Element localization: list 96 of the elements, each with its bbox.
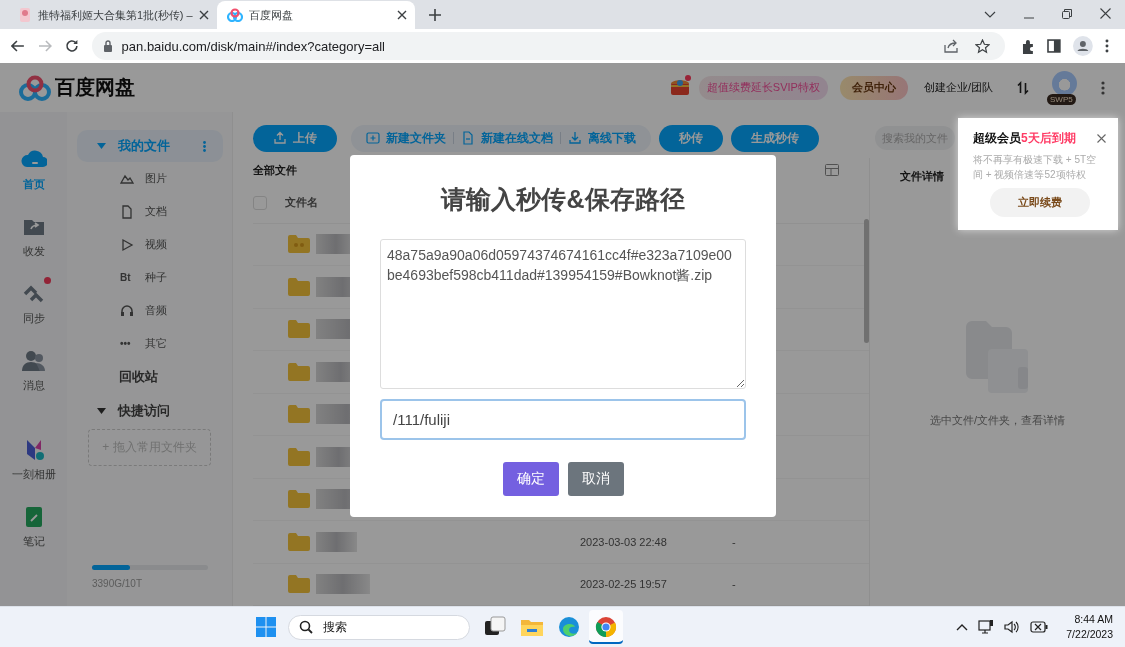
caret-icon bbox=[97, 143, 106, 149]
popover-title: 超级会员 bbox=[973, 130, 1021, 147]
folder-icon bbox=[288, 490, 310, 509]
url-text: pan.baidu.com/disk/main#/index?category=all bbox=[121, 38, 385, 54]
browser-tab[interactable]: 推特福利姬大合集第1批(秒传) – bbox=[8, 1, 217, 29]
address-bar[interactable]: pan.baidu.com/disk/main#/index?category=all bbox=[91, 32, 1005, 60]
volume-icon[interactable] bbox=[1004, 620, 1021, 634]
message-icon bbox=[20, 348, 47, 374]
profile-icon[interactable] bbox=[1073, 36, 1094, 56]
storage-text: 3390G/10T bbox=[92, 578, 144, 589]
tab-title: 百度网盘 bbox=[248, 7, 294, 23]
lock-icon bbox=[102, 40, 113, 52]
category-item[interactable]: 图片 bbox=[77, 162, 223, 195]
category-item[interactable]: Bt 种子 bbox=[77, 261, 223, 294]
folder-icon bbox=[288, 277, 310, 296]
bt-icon: Bt bbox=[120, 272, 134, 283]
recycle-bin-item[interactable]: 回收站 bbox=[77, 360, 223, 394]
code-field[interactable]: 48a75a9a90a06d05974374674161cc4f#e323a7109e00be4693bef598cb411dad#139954159#Bowknot酱.zip bbox=[380, 239, 746, 389]
clock-date: 7/22/2023 bbox=[1066, 627, 1113, 642]
cloud-logo-icon bbox=[226, 8, 243, 22]
extensions-icon[interactable] bbox=[1020, 38, 1036, 54]
folder-icon bbox=[288, 405, 310, 424]
blurred-name bbox=[316, 531, 357, 552]
date-cell-text: 2023-03-03 22:48 bbox=[580, 535, 668, 548]
blurred-name bbox=[316, 574, 370, 595]
category-item[interactable]: 视频 bbox=[77, 228, 223, 261]
chrome-icon bbox=[594, 615, 619, 639]
folder-icon bbox=[288, 362, 310, 381]
popover-text: 将不再享有极速下载 + 5T空间 + 视频倍速等52项特权 bbox=[973, 153, 1098, 182]
member-center-button[interactable]: 会员中心 bbox=[839, 75, 908, 100]
path-field[interactable]: /111/fuliji bbox=[380, 399, 746, 440]
treasure-chest-icon bbox=[668, 75, 691, 97]
other-icon: ••• bbox=[120, 338, 134, 349]
favicon-icon bbox=[18, 7, 32, 23]
edge-icon bbox=[557, 615, 582, 639]
close-icon[interactable] bbox=[1097, 134, 1106, 143]
category-item[interactable]: 音频 bbox=[77, 294, 223, 327]
cloud-logo-icon bbox=[19, 73, 51, 102]
rail-item[interactable]: 笔记 bbox=[22, 534, 45, 549]
panel-title: 文件详情 bbox=[900, 169, 944, 184]
start-icon[interactable] bbox=[256, 617, 277, 637]
empty-hint: 选中文件/文件夹，查看详情 bbox=[929, 412, 1066, 428]
folder-add-icon bbox=[366, 131, 380, 145]
tab-title: 推特福利姬大合集第1批(秒传) – bbox=[38, 7, 193, 23]
confirm-button[interactable]: 确定 bbox=[502, 462, 559, 496]
more-icon[interactable] bbox=[1101, 80, 1105, 95]
battery-icon[interactable] bbox=[1030, 621, 1049, 633]
quick-access-item[interactable]: 快捷访问 bbox=[77, 394, 223, 427]
shared-folder-icon bbox=[288, 235, 310, 254]
side-panel-icon[interactable] bbox=[1047, 39, 1062, 53]
audio-icon bbox=[120, 303, 134, 318]
size-cell-text: - bbox=[732, 578, 737, 591]
size-cell-text: - bbox=[732, 535, 737, 548]
folder-icon bbox=[288, 447, 310, 466]
avatar[interactable] bbox=[1051, 70, 1077, 96]
category-item[interactable]: ••• 其它 bbox=[77, 327, 223, 360]
caret-icon bbox=[97, 407, 106, 414]
toolbar-button[interactable]: 上传 bbox=[253, 124, 337, 152]
chevron-up-icon[interactable] bbox=[956, 623, 969, 631]
category-item[interactable]: 文档 bbox=[77, 195, 223, 228]
doc-icon bbox=[120, 204, 134, 219]
video-icon bbox=[120, 237, 134, 252]
upload-icon bbox=[273, 131, 287, 145]
reload-icon[interactable] bbox=[64, 39, 79, 53]
clock-time: 8:44 AM bbox=[1074, 612, 1113, 627]
folder-icon bbox=[288, 320, 310, 339]
scrollbar[interactable] bbox=[864, 219, 869, 343]
network-icon[interactable] bbox=[978, 619, 995, 635]
rail-item[interactable]: 收发 bbox=[22, 244, 45, 259]
dialog-title: 请输入秒传&保存路径 bbox=[439, 184, 686, 215]
browser-tab[interactable]: 百度网盘 bbox=[216, 1, 415, 29]
close-icon[interactable] bbox=[198, 10, 209, 20]
folder-icon bbox=[288, 532, 310, 551]
logo-text: 百度网盘 bbox=[55, 75, 135, 100]
more-icon[interactable] bbox=[1105, 39, 1109, 53]
expiry-text: 5天后到期 bbox=[1021, 130, 1076, 147]
grid-view-icon[interactable] bbox=[825, 164, 839, 177]
doc-icon bbox=[461, 131, 475, 145]
taskbar-search[interactable]: 搜索 bbox=[288, 614, 471, 640]
back-icon[interactable] bbox=[11, 40, 25, 52]
rail-item[interactable]: 消息 bbox=[22, 378, 45, 393]
star-icon[interactable] bbox=[974, 38, 990, 54]
new-tab-icon[interactable] bbox=[428, 9, 441, 21]
date-cell-text: 2023-02-25 19:57 bbox=[580, 578, 668, 591]
folder-icon bbox=[288, 575, 310, 594]
rail-item[interactable]: 一刻相册 bbox=[11, 467, 56, 482]
download-icon bbox=[568, 131, 582, 145]
vip-badge: SWP5 bbox=[1047, 93, 1076, 105]
renew-button[interactable]: 立即续费 bbox=[989, 188, 1090, 217]
share-icon[interactable] bbox=[942, 39, 959, 53]
column-header: 文件名 bbox=[285, 195, 318, 211]
cancel-button[interactable]: 取消 bbox=[567, 462, 624, 496]
search-icon bbox=[299, 620, 314, 634]
breadcrumb[interactable]: 全部文件 bbox=[253, 162, 297, 178]
rail-item[interactable]: 同步 bbox=[22, 311, 45, 326]
close-icon[interactable] bbox=[396, 10, 407, 20]
